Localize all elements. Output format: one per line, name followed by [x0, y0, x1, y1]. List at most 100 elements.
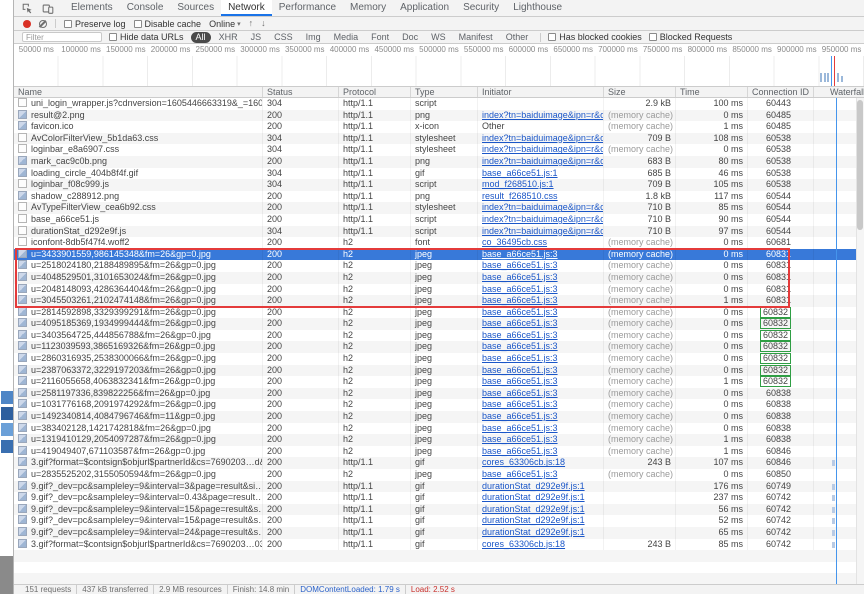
initiator-link[interactable]: base_a66ce51.js:3	[482, 341, 558, 351]
request-row[interactable]: u=2835525202,3155050594&fm=26&gp=0.jpg20…	[14, 469, 864, 481]
disable-cache-checkbox[interactable]: Disable cache	[134, 19, 202, 29]
request-row[interactable]: u=2581197336,839822256&fm=26&gp=0.jpg200…	[14, 388, 864, 400]
filter-pill-all[interactable]: All	[191, 32, 211, 43]
filter-input[interactable]	[22, 32, 102, 42]
column-header-waterfall[interactable]: Waterfall	[814, 87, 864, 97]
request-row[interactable]: u=383402128,1421742818&fm=26&gp=0.jpg200…	[14, 423, 864, 435]
request-row[interactable]: u=1492340814,4084796746&fm=11&gp=0.jpg20…	[14, 411, 864, 423]
filter-pill-css[interactable]: CSS	[269, 32, 298, 43]
initiator-link[interactable]: index?tn=baiduimage&ipn=r&ct=201…	[482, 133, 604, 143]
initiator-link[interactable]: index?tn=baiduimage&ipn=r&ct=201…	[482, 156, 604, 166]
request-row[interactable]: u=1123039593,3865169326&fm=26&gp=0.jpg20…	[14, 341, 864, 353]
initiator-link[interactable]: durationStat_d292e9f.js:1	[482, 515, 585, 525]
request-row[interactable]: u=2518024180,2188489895&fm=26&gp=0.jpg20…	[14, 260, 864, 272]
table-scrollbar[interactable]	[856, 98, 864, 584]
filter-pill-ws[interactable]: WS	[426, 32, 451, 43]
network-overview[interactable]	[14, 56, 864, 87]
request-row[interactable]: u=4048529501,3101653024&fm=26&gp=0.jpg20…	[14, 272, 864, 284]
scrollbar-thumb[interactable]	[857, 100, 863, 230]
request-row[interactable]: u=2860316935,2538300066&fm=26&gp=0.jpg20…	[14, 353, 864, 365]
initiator-link[interactable]: base_a66ce51.js:3	[482, 411, 558, 421]
request-row[interactable]: base_a66ce51.js200http/1.1scriptindex?tn…	[14, 214, 864, 226]
initiator-link[interactable]: durationStat_d292e9f.js:1	[482, 492, 585, 502]
initiator-link[interactable]: base_a66ce51.js:3	[482, 365, 558, 375]
request-row[interactable]: 3.gif?format=$contsign$objurl$partnerId&…	[14, 457, 864, 469]
initiator-link[interactable]: base_a66ce51.js:3	[482, 284, 558, 294]
initiator-link[interactable]: base_a66ce51.js:3	[482, 423, 558, 433]
request-row[interactable]: mark_cac9c0b.png200http/1.1pngindex?tn=b…	[14, 156, 864, 168]
record-network-log-button[interactable]	[23, 20, 31, 28]
request-row[interactable]: u=4095185369,1934999444&fm=26&gp=0.jpg20…	[14, 318, 864, 330]
request-row[interactable]: AvColorFilterView_5b1da63.css304http/1.1…	[14, 133, 864, 145]
request-row[interactable]: 3.gif?format=$contsign$objurl$partnerId&…	[14, 539, 864, 551]
tab-security[interactable]: Security	[456, 0, 506, 16]
initiator-link[interactable]: base_a66ce51.js:3	[482, 388, 558, 398]
device-toolbar-icon[interactable]	[40, 0, 56, 16]
tab-memory[interactable]: Memory	[343, 0, 393, 16]
tab-console[interactable]: Console	[120, 0, 171, 16]
request-row[interactable]: u=3403564725,444856788&fm=26&gp=0.jpg200…	[14, 330, 864, 342]
request-row[interactable]: u=3433901559,986145348&fm=26&gp=0.jpg200…	[14, 249, 864, 261]
initiator-link[interactable]: index?tn=baiduimage&ipn=r&ct=201…	[482, 214, 604, 224]
initiator-link[interactable]: base_a66ce51.js:3	[482, 376, 558, 386]
request-row[interactable]: u=2048148093,4286364404&fm=26&gp=0.jpg20…	[14, 284, 864, 296]
request-row[interactable]: 9.gif?_dev=pc&sampleley=9&interval=24&pa…	[14, 527, 864, 539]
column-header-status[interactable]: Status	[263, 87, 339, 97]
column-header-connection-id[interactable]: Connection ID	[748, 87, 814, 97]
initiator-link[interactable]: base_a66ce51.js:3	[482, 469, 558, 479]
initiator-link[interactable]: base_a66ce51.js:3	[482, 434, 558, 444]
request-row[interactable]: u=419049407,671103587&fm=26&gp=0.jpg200h…	[14, 446, 864, 458]
initiator-link[interactable]: durationStat_d292e9f.js:1	[482, 504, 585, 514]
request-row[interactable]: 9.gif?_dev=pc&sampleley=9&interval=15&pa…	[14, 515, 864, 527]
initiator-link[interactable]: mod_f268510.js:1	[482, 179, 554, 189]
hide-data-urls-checkbox[interactable]: Hide data URLs	[109, 32, 184, 42]
initiator-link[interactable]: cores_63306cb.js:18	[482, 539, 565, 549]
initiator-link[interactable]: base_a66ce51.js:3	[482, 318, 558, 328]
request-row[interactable]: result@2.png200http/1.1pngindex?tn=baidu…	[14, 110, 864, 122]
request-row[interactable]: iconfont-8db5f47f4.woff2200h2fontco_3649…	[14, 237, 864, 249]
blocked-requests-checkbox[interactable]: Blocked Requests	[649, 32, 733, 42]
initiator-link[interactable]: index?tn=baiduimage&ipn=r&ct=201…	[482, 202, 604, 212]
import-har-icon[interactable]: ↑	[249, 19, 254, 28]
request-row[interactable]: u=2116055658,4063832341&fm=26&gp=0.jpg20…	[14, 376, 864, 388]
initiator-link[interactable]: result_f268510.css	[482, 191, 558, 201]
column-header-time[interactable]: Time	[676, 87, 748, 97]
request-row[interactable]: u=3045503261,2102474148&fm=26&gp=0.jpg20…	[14, 295, 864, 307]
export-har-icon[interactable]: ↓	[261, 19, 266, 28]
filter-pill-media[interactable]: Media	[329, 32, 364, 43]
clear-network-log-icon[interactable]	[39, 20, 47, 28]
initiator-link[interactable]: base_a66ce51.js:3	[482, 295, 558, 305]
request-row[interactable]: 9.gif?_dev=pc&sampleley=9&interval=0.43&…	[14, 492, 864, 504]
initiator-link[interactable]: index?tn=baiduimage&ipn=r&ct=201…	[482, 226, 604, 236]
request-row[interactable]: u=1319410129,2054097287&fm=26&gp=0.jpg20…	[14, 434, 864, 446]
column-header-initiator[interactable]: Initiator	[478, 87, 604, 97]
tab-sources[interactable]: Sources	[170, 0, 221, 16]
request-row[interactable]: loginbar_e8a6907.css304http/1.1styleshee…	[14, 144, 864, 156]
request-row[interactable]: 9.gif?_dev=pc&sampleley=9&interval=15&pa…	[14, 504, 864, 516]
request-row[interactable]: 9.gif?_dev=pc&sampleley=9&interval=3&pag…	[14, 481, 864, 493]
initiator-link[interactable]: base_a66ce51.js:1	[482, 168, 558, 178]
preserve-log-checkbox[interactable]: Preserve log	[64, 19, 126, 29]
tab-performance[interactable]: Performance	[272, 0, 343, 16]
tab-network[interactable]: Network	[221, 0, 272, 16]
column-header-type[interactable]: Type	[411, 87, 478, 97]
initiator-link[interactable]: base_a66ce51.js:3	[482, 260, 558, 270]
tab-application[interactable]: Application	[393, 0, 456, 16]
initiator-link[interactable]: co_36495cb.css	[482, 237, 547, 247]
request-row[interactable]: durationStat_d292e9f.js304http/1.1script…	[14, 226, 864, 238]
tab-lighthouse[interactable]: Lighthouse	[506, 0, 569, 16]
request-row[interactable]: u=2814592898,3329399291&fm=26&gp=0.jpg20…	[14, 307, 864, 319]
column-header-size[interactable]: Size	[604, 87, 676, 97]
filter-pill-doc[interactable]: Doc	[397, 32, 423, 43]
initiator-link[interactable]: base_a66ce51.js:3	[482, 249, 558, 259]
tab-elements[interactable]: Elements	[64, 0, 120, 16]
request-row[interactable]: loading_circle_404b8f4f.gif304http/1.1gi…	[14, 168, 864, 180]
initiator-link[interactable]: cores_63306cb.js:18	[482, 457, 565, 467]
column-header-protocol[interactable]: Protocol	[339, 87, 411, 97]
filter-pill-xhr[interactable]: XHR	[214, 32, 243, 43]
request-row[interactable]: shadow_c288912.png200http/1.1pngresult_f…	[14, 191, 864, 203]
filter-pill-manifest[interactable]: Manifest	[454, 32, 498, 43]
initiator-link[interactable]: durationStat_d292e9f.js:1	[482, 481, 585, 491]
filter-pill-other[interactable]: Other	[501, 32, 534, 43]
request-row[interactable]: uni_login_wrapper.js?cdnversion=16054466…	[14, 98, 864, 110]
